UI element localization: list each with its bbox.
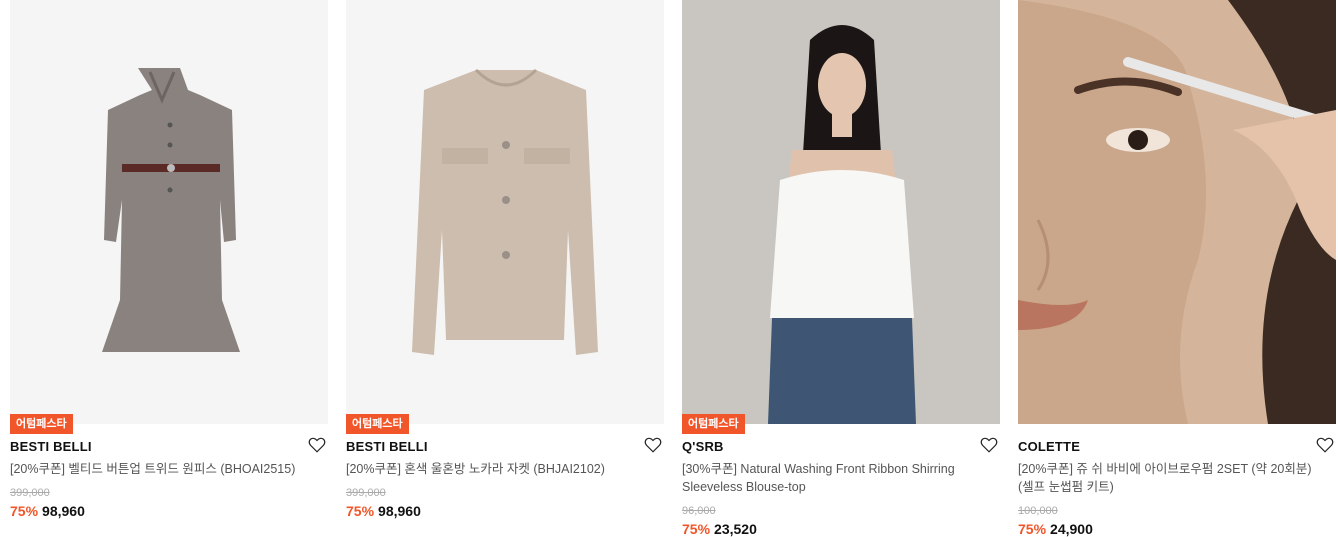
eyebrow-closeup-photo bbox=[1018, 0, 1336, 424]
event-badge: 어텀페스타 bbox=[682, 414, 745, 434]
product-card[interactable]: 어텀페스타 BESTI BELLI [20%쿠폰] 혼색 울혼방 노카라 자켓 … bbox=[346, 0, 664, 531]
product-title[interactable]: [20%쿠폰] 벨티드 버튼업 트위드 원피스 (BHOAI2515) bbox=[10, 460, 316, 478]
original-price: 399,000 bbox=[346, 487, 386, 499]
product-title[interactable]: [30%쿠폰] Natural Washing Front Ribbon Shi… bbox=[682, 460, 988, 496]
heart-icon[interactable] bbox=[308, 436, 326, 454]
discount-rate: 75% bbox=[682, 521, 711, 537]
price-row: 75% 98,960 bbox=[346, 503, 421, 519]
discount-rate: 75% bbox=[346, 503, 375, 519]
product-card[interactable]: COLETTE [20%쿠폰] 쥬 쉬 바비에 아이브로우펌 2SET (약 2… bbox=[1018, 0, 1336, 537]
discount-rate: 75% bbox=[10, 503, 39, 519]
tweed-dress-photo bbox=[10, 0, 328, 424]
price-row: 75% 24,900 bbox=[1018, 521, 1093, 537]
collarless-jacket-photo bbox=[346, 0, 664, 424]
product-image[interactable] bbox=[346, 0, 664, 424]
price-row: 75% 23,520 bbox=[682, 521, 757, 537]
product-image[interactable] bbox=[682, 0, 1000, 424]
sale-price: 98,960 bbox=[42, 503, 85, 519]
original-price: 399,000 bbox=[10, 487, 50, 499]
product-title[interactable]: [20%쿠폰] 혼색 울혼방 노카라 자켓 (BHJAI2102) bbox=[346, 460, 652, 478]
heart-icon[interactable] bbox=[980, 436, 998, 454]
product-card[interactable]: 어텀페스타 BESTI BELLI [20%쿠폰] 벨티드 버튼업 트위드 원피… bbox=[10, 0, 328, 531]
sale-price: 23,520 bbox=[714, 521, 757, 537]
product-image[interactable] bbox=[10, 0, 328, 424]
heart-icon[interactable] bbox=[1316, 436, 1334, 454]
sale-price: 24,900 bbox=[1050, 521, 1093, 537]
event-badge: 어텀페스타 bbox=[10, 414, 73, 434]
heart-icon[interactable] bbox=[644, 436, 662, 454]
product-image[interactable] bbox=[1018, 0, 1336, 424]
brand-name[interactable]: BESTI BELLI bbox=[10, 439, 92, 454]
product-title[interactable]: [20%쿠폰] 쥬 쉬 바비에 아이브로우펌 2SET (약 20회분) (셀프… bbox=[1018, 460, 1324, 496]
event-badge: 어텀페스타 bbox=[346, 414, 409, 434]
brand-name[interactable]: Q'SRB bbox=[682, 439, 724, 454]
model-white-blouse-photo bbox=[682, 0, 1000, 424]
discount-rate: 75% bbox=[1018, 521, 1047, 537]
brand-name[interactable]: COLETTE bbox=[1018, 439, 1080, 454]
product-card[interactable]: 어텀페스타 Q'SRB [30%쿠폰] Natural Washing Fron… bbox=[682, 0, 1000, 537]
original-price: 96,000 bbox=[682, 505, 716, 517]
sale-price: 98,960 bbox=[378, 503, 421, 519]
brand-name[interactable]: BESTI BELLI bbox=[346, 439, 428, 454]
original-price: 100,000 bbox=[1018, 505, 1058, 517]
price-row: 75% 98,960 bbox=[10, 503, 85, 519]
